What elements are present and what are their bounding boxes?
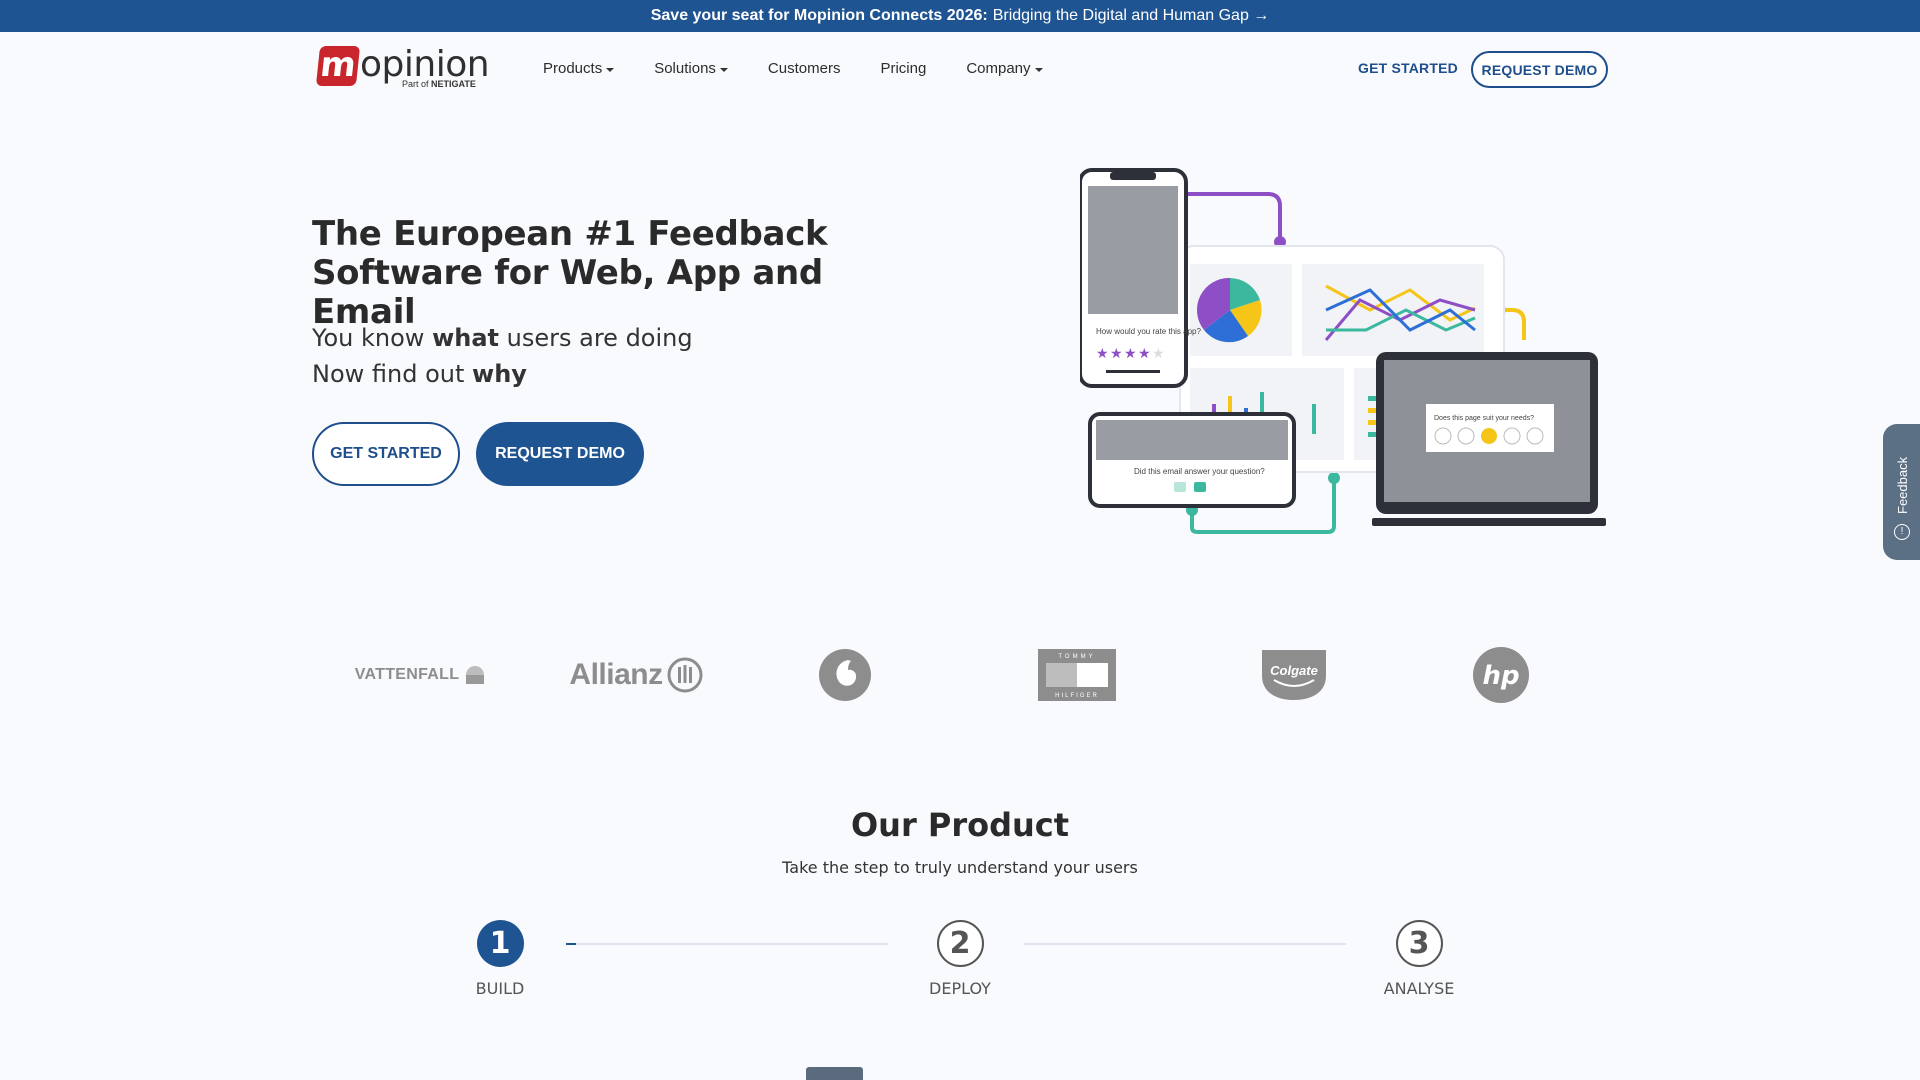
hero-tagline-2: Now find out why — [312, 360, 527, 388]
hero-tagline-1: You know what users are doing — [312, 324, 693, 352]
step-number: 3 — [1395, 920, 1443, 967]
product-section-title: Our Product — [850, 806, 1070, 844]
star-rating: ★ ★ ★ ★ ★ — [1096, 346, 1165, 362]
announcement-text: Bridging the Digital and Human Gap → — [992, 7, 1270, 24]
nav-label: Customers — [767, 60, 841, 77]
svg-text:★: ★ — [1138, 346, 1151, 362]
email-question: Did this email answer your question? — [1134, 467, 1265, 476]
logo-sub-prefix: Part of — [402, 79, 429, 89]
svg-text:Colgate: Colgate — [1270, 663, 1318, 678]
nav-item-pricing[interactable]: Pricing — [880, 60, 926, 77]
step-label: ANALYSE — [1383, 979, 1455, 998]
nav-item-customers[interactable]: Customers — [768, 60, 841, 77]
nav-item-products[interactable]: Products — [543, 60, 615, 77]
announcement-bold: Save your seat for Mopinion Connects 202… — [650, 7, 988, 24]
laptop-question: Does this page suit your needs? — [1434, 415, 1534, 422]
nav-item-solutions[interactable]: Solutions — [654, 60, 728, 77]
nav-label: Company — [966, 60, 1031, 77]
caret-down-icon — [719, 67, 728, 72]
header-get-started-link[interactable]: GET STARTED — [1358, 60, 1458, 76]
client-logo-hp: hp — [1454, 640, 1548, 710]
client-logos: VATTENFALL Allianz TOMMY HILFIGER Colgate… — [318, 640, 1598, 710]
tommy-hilfiger-flag: TOMMY HILFIGER — [1038, 649, 1116, 701]
pie-chart — [1196, 277, 1262, 343]
vattenfall-sun-icon — [466, 666, 485, 684]
nav-item-company[interactable]: Company — [966, 60, 1043, 77]
logo-subline: Part of NETIGATE — [402, 79, 476, 89]
vattenfall-wordmark: VATTENFALL — [354, 666, 460, 683]
email-screen — [1096, 420, 1288, 460]
client-logo-vattenfall: VATTENFALL — [354, 640, 486, 710]
colgate-badge: Colgate — [1262, 650, 1326, 700]
vodafone-icon — [819, 649, 871, 701]
hp-icon: hp — [1473, 647, 1529, 703]
client-logo-allianz: Allianz — [564, 640, 708, 710]
step-label: BUILD — [475, 979, 525, 998]
speech-bubble-icon: ! — [1894, 524, 1910, 540]
step-track-2 — [1024, 943, 1346, 945]
phone-screen — [1088, 186, 1178, 314]
svg-text:★: ★ — [1152, 346, 1165, 362]
feedback-tab-label: Feedback — [1895, 456, 1910, 514]
client-logo-vodafone — [798, 640, 892, 710]
svg-text:★: ★ — [1124, 346, 1137, 362]
client-logo-tommy-hilfiger: TOMMY HILFIGER — [1022, 640, 1132, 710]
hero-request-demo-button[interactable]: REQUEST DEMO — [476, 422, 644, 486]
purple-connector — [1188, 192, 1282, 240]
step-track-1 — [566, 943, 888, 945]
phone-question: How would you rate this app? — [1096, 327, 1202, 336]
allianz-eagle-icon — [667, 657, 703, 693]
header-request-demo-button[interactable]: REQUEST DEMO — [1471, 51, 1608, 88]
hero-get-started-button[interactable]: GET STARTED — [312, 422, 460, 486]
step-track-progress — [566, 943, 576, 945]
hero-illustration: How would you rate this app? ★ ★ ★ ★ ★ D… — [1080, 168, 1606, 534]
caret-down-icon — [606, 67, 615, 72]
client-logo-colgate: Colgate — [1242, 640, 1346, 710]
feedback-side-tab[interactable]: Feedback ! — [1883, 424, 1920, 560]
svg-text:TOMMY: TOMMY — [1058, 654, 1095, 660]
svg-text:★: ★ — [1096, 346, 1109, 362]
allianz-wordmark: Allianz — [569, 658, 663, 691]
tagline-2-a: Now find out — [312, 360, 465, 388]
logo-badge: m — [315, 45, 361, 86]
logo-sub-brand: NETIGATE — [431, 79, 476, 89]
nav-label: Products — [543, 60, 603, 77]
next-section-preview — [806, 1067, 863, 1080]
svg-text:HILFIGER: HILFIGER — [1055, 693, 1099, 699]
tagline-1-a: You know — [312, 324, 425, 352]
step-build[interactable]: 1 BUILD — [450, 920, 550, 998]
hero-title: The European #1 Feedback Software for We… — [312, 214, 828, 332]
announcement-bar[interactable]: Save your seat for Mopinion Connects 202… — [0, 0, 1920, 32]
product-section-subtitle: Take the step to truly understand your u… — [782, 858, 1138, 877]
nav-label: Pricing — [880, 60, 927, 77]
svg-text:★: ★ — [1110, 346, 1123, 362]
mopinion-logo[interactable]: m opinion Part of NETIGATE — [315, 45, 490, 90]
nav-label: Solutions — [654, 60, 716, 77]
step-label: DEPLOY — [929, 979, 991, 998]
step-number: 2 — [936, 920, 984, 967]
svg-text:hp: hp — [1482, 661, 1519, 691]
caret-down-icon — [1034, 67, 1043, 72]
tagline-1-b: what — [432, 324, 499, 352]
step-analyse[interactable]: 3 ANALYSE — [1369, 920, 1469, 998]
step-number: 1 — [476, 920, 524, 967]
step-deploy[interactable]: 2 DEPLOY — [910, 920, 1010, 998]
main-nav: Products Solutions Customers Pricing Com… — [543, 60, 1083, 77]
tagline-2-b: why — [472, 360, 527, 388]
tagline-1-c: users are doing — [506, 324, 693, 352]
connector-dot — [1328, 472, 1340, 484]
